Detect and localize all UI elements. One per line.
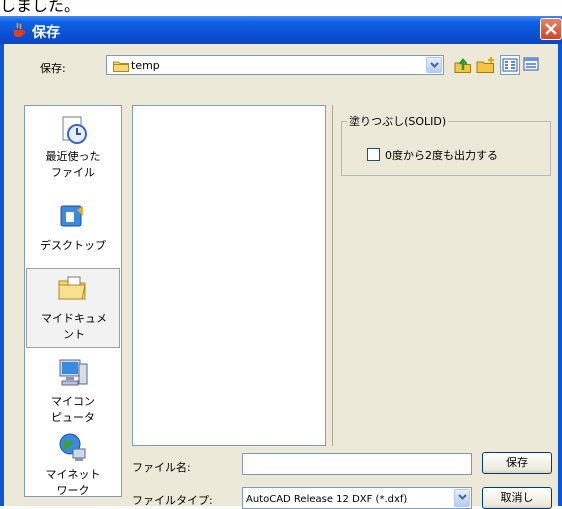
place-my-computer[interactable]: マイコン ピュータ: [26, 356, 120, 426]
save-button[interactable]: 保存: [482, 452, 552, 474]
close-icon: [545, 23, 557, 35]
options-panel: 塗りつぶし(SOLID) 0度から2度も出力する: [332, 105, 558, 446]
places-bar: 最近使った ファイル デスクトップ マイドキュメ ント マイコン ピュータ マイ…: [24, 105, 122, 497]
dialog-title: 保存: [32, 25, 60, 41]
save-dialog: 保存 保存: temp 最近使った ファイル デスクトップ マイドキュメ ント …: [0, 16, 562, 509]
my-documents-icon: [58, 276, 86, 300]
place-network[interactable]: マイネット ワーク: [26, 432, 120, 498]
up-folder-icon: [454, 58, 471, 73]
location-dropdown-arrow[interactable]: [426, 57, 442, 73]
solid-fill-group-title: 塗りつぶし(SOLID): [347, 113, 449, 129]
up-folder-button[interactable]: [453, 55, 473, 75]
my-computer-icon: [59, 359, 88, 386]
filetype-dropdown-arrow[interactable]: [454, 489, 470, 507]
details-view-button[interactable]: [522, 55, 542, 75]
folder-icon: [113, 61, 129, 72]
list-view-button[interactable]: [500, 55, 520, 75]
new-folder-icon: [476, 57, 494, 73]
place-my-computer-line1: マイコン: [51, 395, 95, 408]
java-cup-icon: [14, 22, 26, 37]
details-view-icon: [523, 57, 539, 71]
place-recent-line2: ファイル: [51, 166, 95, 179]
title-bar[interactable]: 保存: [0, 16, 562, 44]
background-text-fragment: しました。: [0, 0, 562, 16]
save-in-label: 保存:: [40, 62, 66, 75]
place-recent[interactable]: 最近使った ファイル: [26, 114, 120, 182]
new-folder-button[interactable]: [476, 55, 496, 75]
recent-icon: [62, 116, 87, 144]
list-view-icon: [502, 58, 518, 72]
file-list[interactable]: [132, 105, 326, 446]
chevron-down-icon: [430, 62, 439, 68]
place-my-documents[interactable]: マイドキュメ ント: [26, 268, 120, 348]
place-my-documents-line2: ント: [63, 328, 85, 341]
place-recent-line1: 最近使った: [45, 150, 101, 163]
chevron-down-icon: [458, 494, 467, 500]
background-text: しました。: [0, 0, 81, 15]
place-desktop-line1: デスクトップ: [40, 239, 106, 252]
output-0-2-degree-checkbox[interactable]: [367, 148, 380, 161]
place-network-line1: マイネット: [45, 468, 101, 481]
filetype-value: AutoCAD Release 12 DXF (*.dxf): [246, 494, 408, 505]
close-button[interactable]: [540, 18, 562, 40]
network-icon: [59, 433, 86, 461]
filename-input[interactable]: [242, 453, 472, 475]
location-dropdown[interactable]: temp: [106, 55, 444, 75]
place-network-line2: ワーク: [56, 484, 90, 497]
place-my-computer-line2: ピュータ: [51, 411, 95, 424]
desktop-icon: [60, 205, 83, 227]
filename-label: ファイル名:: [132, 461, 191, 474]
dialog-body: 保存: temp 最近使った ファイル デスクトップ マイドキュメ ント マイコ…: [4, 44, 558, 509]
location-value: temp: [131, 59, 160, 72]
place-my-documents-line1: マイドキュメ: [41, 312, 107, 325]
place-desktop[interactable]: デスクトップ: [26, 200, 120, 256]
output-0-2-degree-label: 0度から2度も出力する: [385, 149, 498, 162]
